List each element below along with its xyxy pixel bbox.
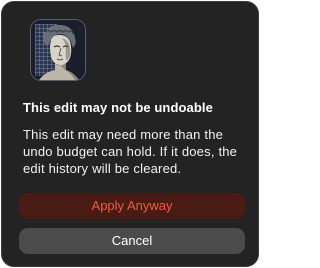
app-icon [30,19,86,81]
dialog-title: This edit may not be undoable [23,100,213,115]
cancel-button[interactable]: Cancel [19,228,245,254]
dialog-message: This edit may need more than the undo bu… [23,127,238,176]
statue-bust-icon [31,20,85,80]
alert-dialog: This edit may not be undoable This edit … [1,1,259,267]
apply-anyway-button[interactable]: Apply Anyway [19,193,245,219]
